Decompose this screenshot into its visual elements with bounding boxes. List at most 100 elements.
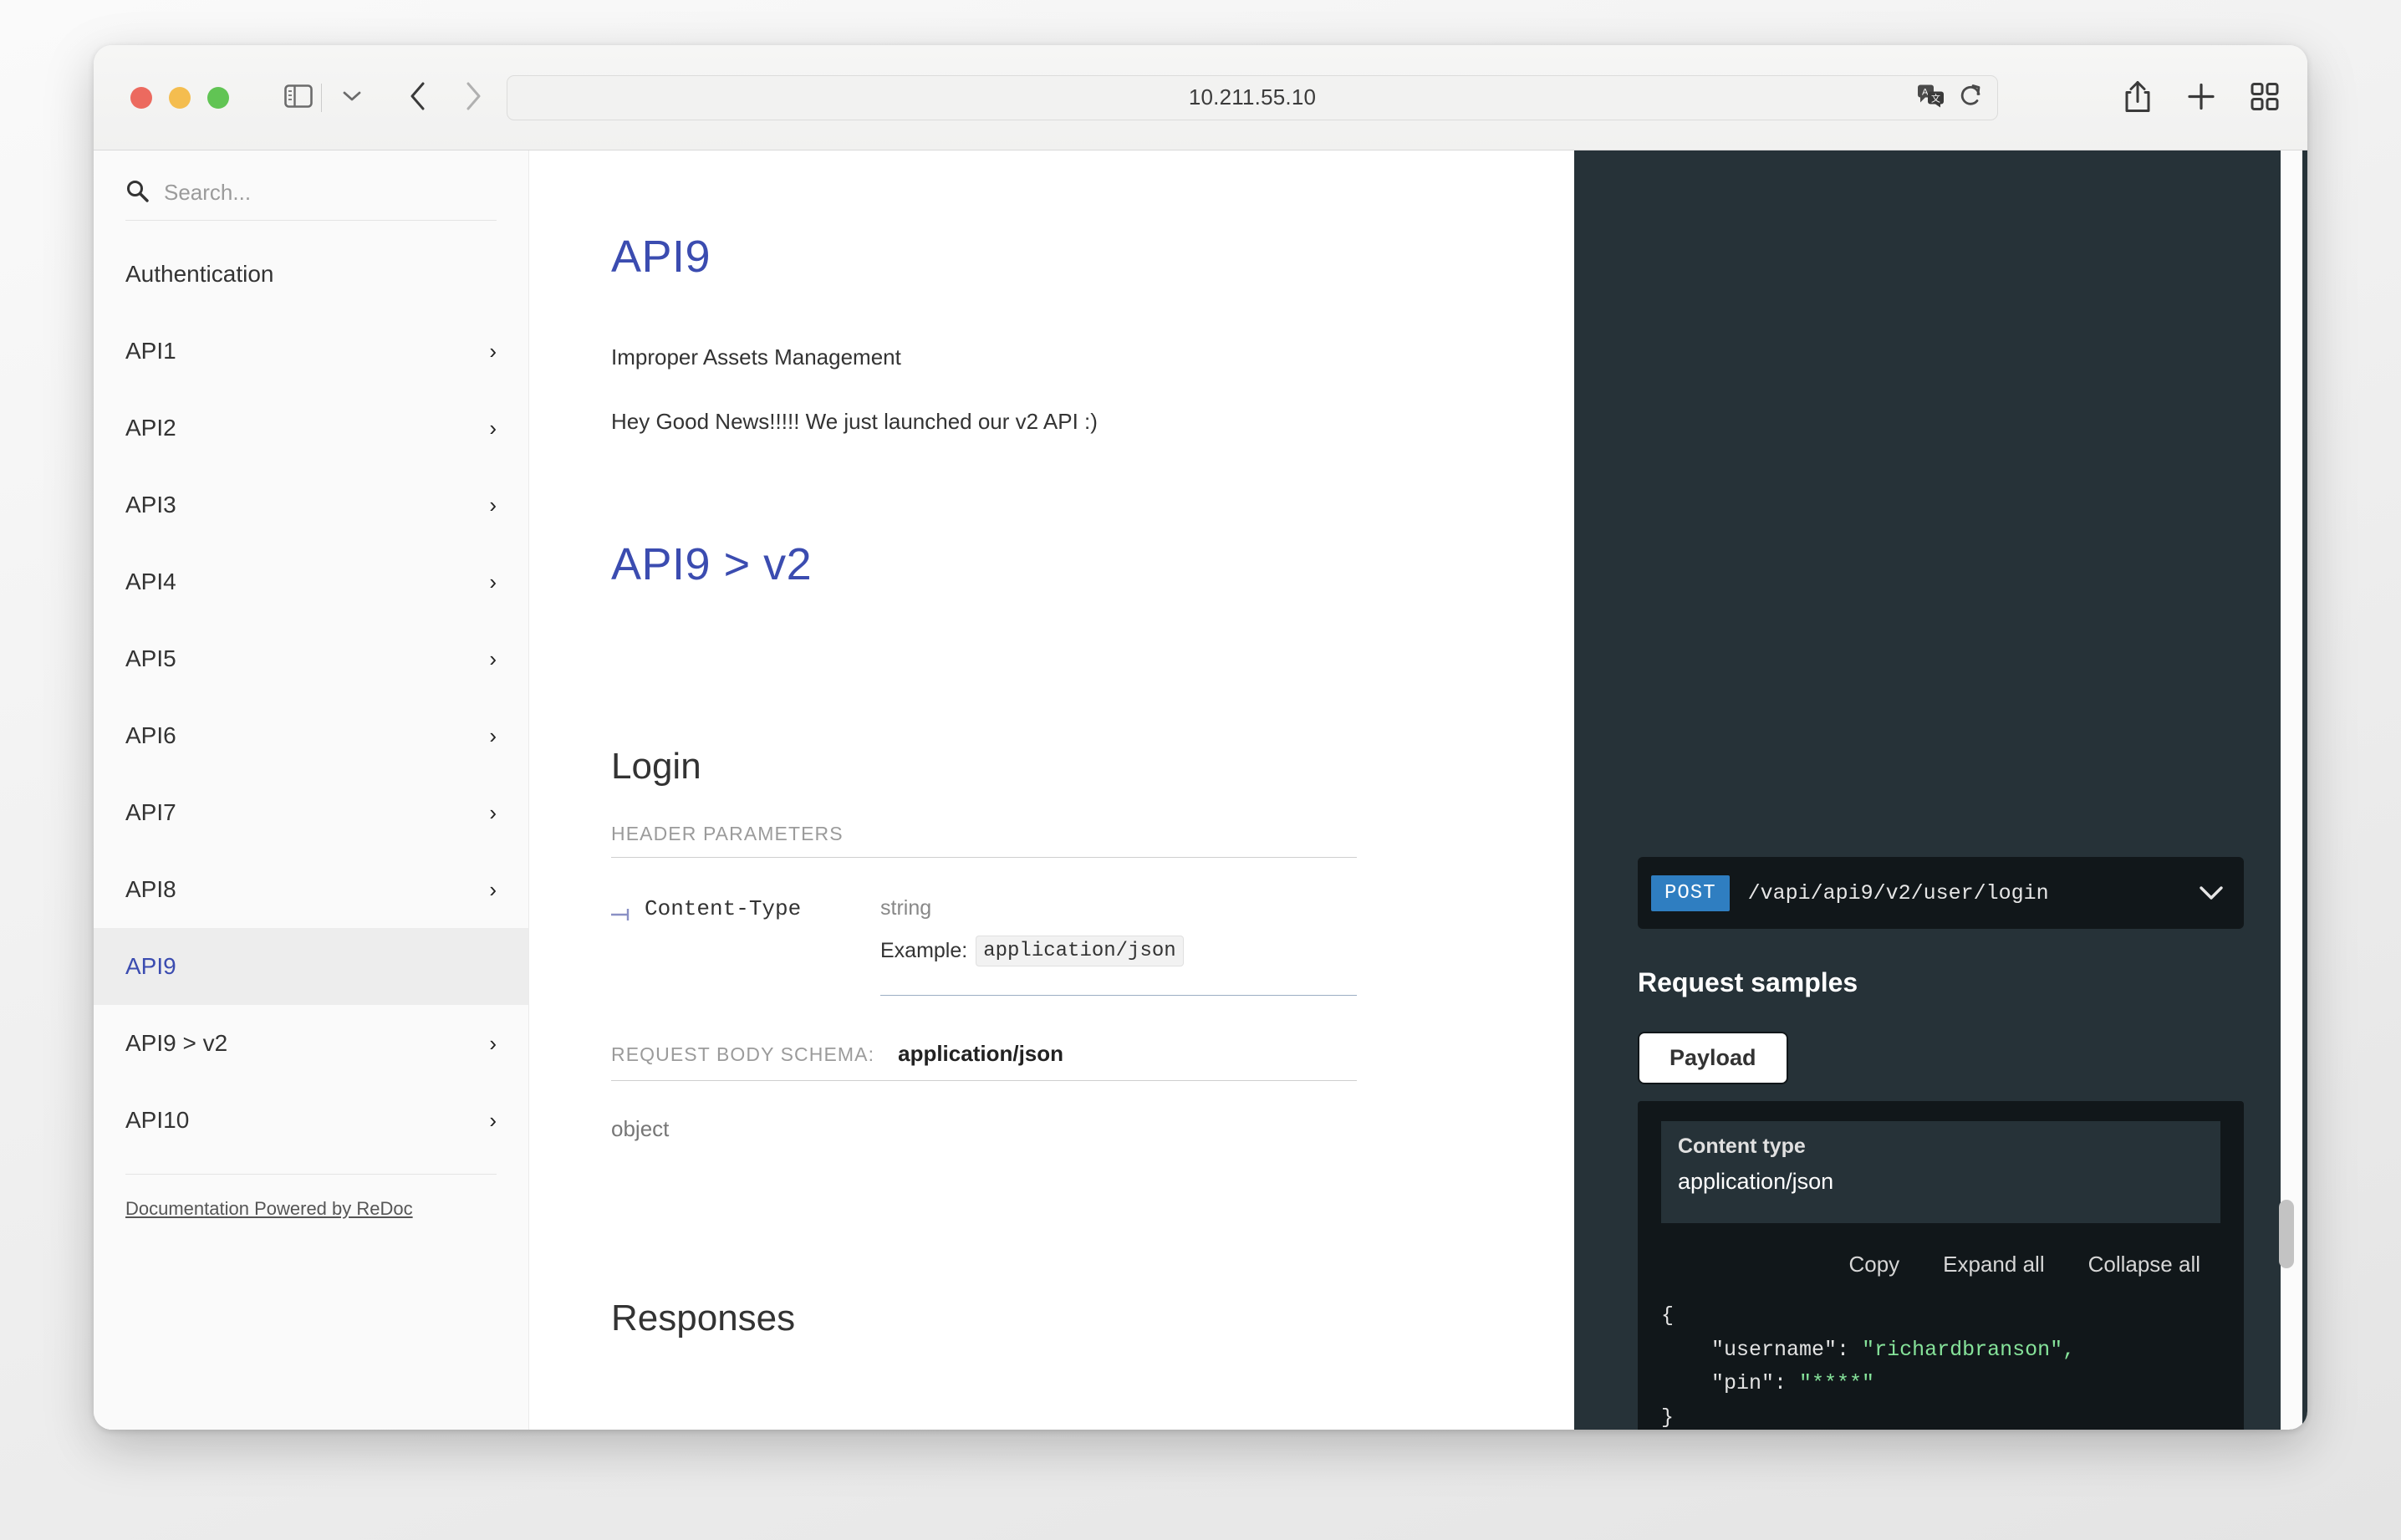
sidebar-item-label: API6 (125, 722, 176, 748)
chevron-right-icon: › (489, 800, 497, 825)
chevron-right-icon: › (489, 646, 497, 671)
json-close-brace: } (1661, 1405, 1675, 1430)
plus-icon (2187, 82, 2215, 113)
chevron-right-icon: › (489, 569, 497, 594)
code-actions: Copy Expand all Collapse all (1661, 1252, 2220, 1277)
sidebar-options-button[interactable] (330, 89, 374, 105)
endpoint-path: /vapi/api9/v2/user/login (1747, 880, 2049, 905)
forward-button[interactable] (449, 81, 497, 114)
sidebar-item-api5[interactable]: API5 › (94, 620, 528, 697)
minimize-button[interactable] (169, 86, 191, 109)
request-body-schema-row: REQUEST BODY SCHEMA: application/json (611, 1041, 1357, 1081)
chevron-right-icon (464, 81, 482, 114)
tab-overview-button[interactable] (2251, 82, 2279, 113)
request-body-schema-value: application/json (898, 1041, 1064, 1066)
json-key-pin: "pin": (1711, 1371, 1787, 1395)
json-value-pin: "****" (1799, 1371, 1875, 1395)
share-icon (2123, 79, 2152, 115)
collapse-all-button[interactable]: Collapse all (2088, 1252, 2200, 1277)
expand-all-button[interactable]: Expand all (1943, 1252, 2044, 1277)
header-parameters-label: HEADER PARAMETERS (611, 823, 1357, 858)
page-content: Authentication API1 › API2 › API3 › API4… (94, 150, 2307, 1430)
sidebar-item-api6[interactable]: API6 › (94, 697, 528, 774)
zoom-button[interactable] (207, 86, 229, 109)
api-documentation: API9 Improper Assets Management Hey Good… (529, 150, 1574, 1430)
sidebar-item-authentication[interactable]: Authentication (94, 236, 528, 313)
operation-title-login: Login (611, 746, 701, 787)
section-title-v2: API9 > v2 (611, 539, 813, 589)
sidebar-item-api9-v2[interactable]: API9 > v2 › (94, 1005, 528, 1082)
sidebar-item-api9[interactable]: API9 (94, 928, 528, 1005)
request-sample-panel: POST /vapi/api9/v2/user/login Request sa… (1574, 150, 2307, 1430)
browser-toolbar: 10.211.55.10 A 文 (94, 45, 2307, 150)
request-body-schema-label: REQUEST BODY SCHEMA: (611, 1043, 875, 1065)
endpoint-selector[interactable]: POST /vapi/api9/v2/user/login (1638, 857, 2244, 929)
request-samples-title: Request samples (1638, 967, 1858, 997)
tab-payload[interactable]: Payload (1638, 1032, 1788, 1084)
sidebar-item-api1[interactable]: API1 › (94, 313, 528, 390)
chevron-down-icon (2199, 879, 2230, 907)
api-description: Improper Assets Management (611, 344, 901, 370)
parameter-example-value: application/json (976, 936, 1184, 966)
chevron-right-icon: › (489, 416, 497, 441)
sidebar-item-label: API9 > v2 (125, 1030, 228, 1056)
sidebar-item-label: API1 (125, 338, 176, 364)
chevron-right-icon: › (489, 877, 497, 902)
redoc-powered-link[interactable]: Documentation Powered by ReDoc (125, 1198, 413, 1219)
sidebar-item-label: API5 (125, 645, 176, 671)
sidebar-item-api3[interactable]: API3 › (94, 467, 528, 543)
http-method-badge: POST (1651, 875, 1730, 911)
sidebar-item-api8[interactable]: API8 › (94, 851, 528, 928)
translate-icon[interactable]: A 文 (1917, 84, 1945, 111)
chevron-right-icon: › (489, 723, 497, 748)
json-value-username: "richardbranson", (1862, 1337, 2076, 1362)
parameter-row: Content-Type string Example: application… (611, 896, 1357, 996)
chevron-right-icon: › (489, 1108, 497, 1133)
copy-button[interactable]: Copy (1848, 1252, 1899, 1277)
tab-grid-icon (2251, 82, 2279, 113)
redoc-sidebar: Authentication API1 › API2 › API3 › API4… (94, 150, 529, 1430)
sidebar-item-label: API7 (125, 799, 176, 825)
sidebar-footer: Documentation Powered by ReDoc (125, 1174, 497, 1220)
address-bar[interactable]: 10.211.55.10 A 文 (507, 74, 1998, 120)
page-title: API9 (611, 232, 711, 282)
content-type-value: application/json (1678, 1169, 1834, 1194)
page-scrollbar-thumb[interactable] (2279, 1200, 2294, 1268)
svg-text:文: 文 (1931, 92, 1940, 104)
share-button[interactable] (2123, 79, 2152, 115)
search-input[interactable] (164, 180, 497, 206)
content-type-selector[interactable]: Content type application/json (1661, 1121, 2220, 1223)
toolbar-right-actions (2123, 79, 2279, 115)
close-button[interactable] (130, 86, 152, 109)
new-tab-button[interactable] (2187, 82, 2215, 113)
parameter-example-label: Example: (880, 939, 968, 962)
reload-icon[interactable] (1959, 82, 1984, 113)
browser-window: 10.211.55.10 A 文 Search... Authenticatio… (94, 45, 2307, 1430)
sidebar-item-api2[interactable]: API2 › (94, 390, 528, 467)
page-scrollbar-track[interactable] (2279, 150, 2302, 1430)
sidebar-item-label: API2 (125, 415, 176, 441)
parameter-name: Content-Type (645, 896, 802, 921)
tree-branch-icon (611, 908, 633, 926)
api-news-note: Hey Good News!!!!! We just launched our … (611, 409, 1098, 434)
sidebar-item-label: API4 (125, 569, 176, 594)
responses-title: Responses (611, 1298, 796, 1339)
sidebar-item-api10[interactable]: API10 › (94, 1082, 528, 1159)
sidebar-item-api4[interactable]: API4 › (94, 543, 528, 620)
sidebar-item-api7[interactable]: API7 › (94, 774, 528, 851)
back-button[interactable] (394, 81, 442, 114)
url-text: 10.211.55.10 (1188, 84, 1317, 110)
sidebar-icon (284, 84, 313, 110)
window-controls (130, 86, 229, 109)
search-row (125, 179, 497, 221)
address-bar-actions: A 文 (1917, 82, 1984, 113)
code-sample-card: Content type application/json Copy Expan… (1638, 1101, 2244, 1430)
sidebar-toggle-button[interactable] (284, 84, 313, 110)
chevron-left-icon (409, 81, 427, 114)
chevron-right-icon: › (489, 492, 497, 518)
sidebar-item-label: API8 (125, 876, 176, 902)
chevron-right-icon: › (489, 339, 497, 364)
svg-text:A: A (1922, 87, 1929, 97)
sidebar-item-label: API10 (125, 1107, 190, 1133)
sidebar-item-label: API3 (125, 492, 176, 518)
